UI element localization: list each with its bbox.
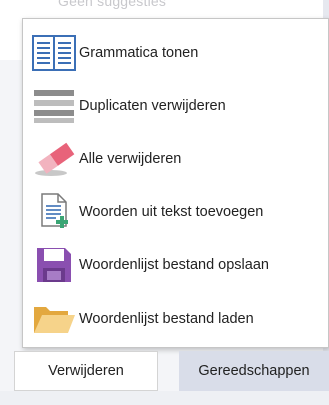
tab-tools[interactable]: Gereedschappen: [179, 351, 329, 391]
menu-item-label: Woorden uit tekst toevoegen: [79, 204, 264, 220]
menu-item-save-wordlist-file[interactable]: Woordenlijst bestand opslaan: [23, 239, 328, 291]
menu-item-label: Woordenlijst bestand opslaan: [79, 257, 269, 273]
folder-open-icon: [31, 296, 77, 342]
duplicate-lines-icon: [31, 83, 77, 129]
book-icon: [31, 30, 77, 76]
menu-item-label: Duplicaten verwijderen: [79, 98, 226, 114]
bottom-band: [0, 391, 329, 405]
tab-remove[interactable]: Verwijderen: [14, 351, 158, 391]
tab-label: Gereedschappen: [198, 363, 310, 379]
suggestions-placeholder: Geen suggesties: [58, 0, 167, 9]
menu-item-load-wordlist-file[interactable]: Woordenlijst bestand laden: [23, 293, 328, 345]
menu-item-show-grammar[interactable]: Grammatica tonen: [23, 27, 328, 79]
tab-label: Verwijderen: [48, 363, 124, 379]
eraser-icon: [31, 136, 77, 182]
menu-item-remove-duplicates[interactable]: Duplicaten verwijderen: [23, 80, 328, 132]
menu-item-label: Alle verwijderen: [79, 151, 182, 167]
tools-dropdown-menu: Grammatica tonen Duplicaten verwijderen: [22, 18, 329, 348]
menu-item-label: Grammatica tonen: [79, 45, 199, 61]
save-disk-icon: [31, 242, 77, 288]
menu-item-label: Woordenlijst bestand laden: [79, 311, 254, 327]
document-add-icon: [31, 189, 77, 235]
menu-item-remove-all[interactable]: Alle verwijderen: [23, 133, 328, 185]
menu-item-add-words-from-text[interactable]: Woorden uit tekst toevoegen: [23, 186, 328, 238]
